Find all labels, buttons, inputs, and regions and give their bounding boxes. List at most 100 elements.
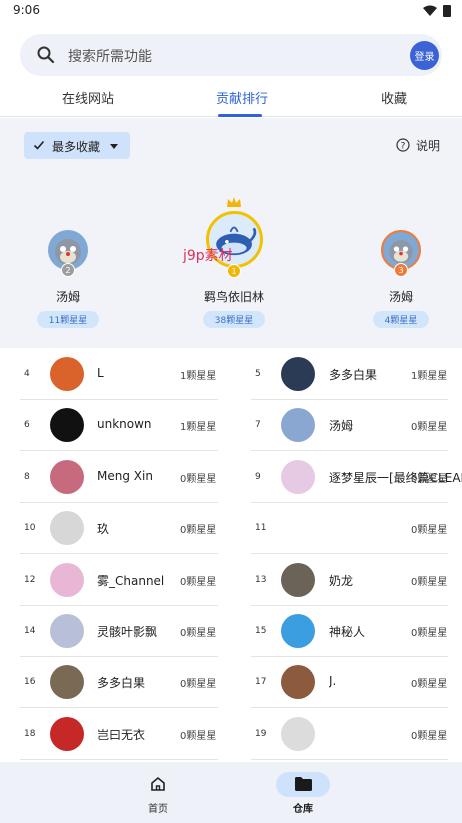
sort-filter-label: 最多收藏 <box>52 140 101 154</box>
ranking-row[interactable]: 8 Meng Xin 0颗星星 <box>20 452 218 503</box>
tab-favorites[interactable]: 收藏 <box>381 88 407 107</box>
user-name: unknown <box>97 417 152 432</box>
star-count: 0颗星星 <box>180 525 217 537</box>
ranking-row[interactable]: 9 逐梦星辰一[最终篇CLEAR 0颗星星 <box>251 452 462 503</box>
user-name: 汤姆 <box>329 419 354 434</box>
star-count: 0颗星星 <box>180 576 217 588</box>
svg-text:?: ? <box>401 142 406 152</box>
avatar <box>281 665 315 700</box>
rank-number: 13 <box>255 574 267 585</box>
nav-home[interactable]: 首页 <box>108 762 208 823</box>
ranking-row[interactable]: 13 奶龙 0颗星星 <box>251 555 451 606</box>
ranking-row[interactable]: 18 岂曰无衣 0颗星星 <box>20 709 218 760</box>
star-count: 0颗星星 <box>411 422 448 434</box>
ranking-row[interactable]: 15 神秘人 0颗星星 <box>251 606 451 657</box>
rank-number: 7 <box>255 420 261 431</box>
top-tabs: 在线网站 贡献排行 收藏 <box>0 80 462 117</box>
podium-name: 汤姆 <box>388 290 414 304</box>
avatar <box>50 614 84 648</box>
user-name: 雾_Channel <box>97 573 165 588</box>
ranking-row[interactable]: 4 L 1颗星星 <box>20 349 218 400</box>
ranking-row[interactable]: 7 汤姆 0颗星星 <box>251 400 451 452</box>
row-divider <box>251 758 448 760</box>
ranking-row[interactable]: 11 0颗星星 <box>251 503 451 555</box>
rank-number: 16 <box>24 677 36 688</box>
star-count: 0颗星星 <box>411 628 448 639</box>
tab-online-sites[interactable]: 在线网站 <box>62 88 114 107</box>
avatar <box>281 716 315 751</box>
status-bar: 9:06 <box>0 0 462 24</box>
podium-name: 汤姆 <box>55 290 81 304</box>
user-name: Meng Xin <box>97 468 153 483</box>
status-time: 9:06 <box>13 3 40 17</box>
avatar <box>281 614 315 648</box>
user-name: 奶龙 <box>329 573 354 588</box>
tab-contribution-ranking[interactable]: 贡献排行 <box>216 88 268 107</box>
row-divider <box>20 758 218 760</box>
star-count: 0颗星星 <box>180 628 217 639</box>
user-name: L <box>97 366 104 380</box>
nav-home-label: 首页 <box>148 804 168 815</box>
bottom-navigation: 首页 仓库 <box>0 762 462 823</box>
avatar <box>50 357 84 391</box>
ranking-row[interactable]: 10 玖 0颗星星 <box>20 503 218 555</box>
star-count: 0颗星星 <box>411 730 448 742</box>
rank-number: 19 <box>255 728 267 739</box>
ranking-row[interactable]: 16 多多白果 0颗星星 <box>20 657 218 709</box>
search-bar[interactable]: 搜索所需功能 登录 <box>20 34 442 76</box>
rank-badge: 3 <box>394 263 408 277</box>
help-icon: ? <box>396 138 410 152</box>
star-count: 1颗星星 <box>180 371 217 382</box>
ranking-row[interactable]: 14 灵骸叶影飘 0颗星星 <box>20 606 218 657</box>
search-icon <box>37 46 55 64</box>
wifi-icon <box>423 5 437 16</box>
user-name: 神秘人 <box>329 625 366 639</box>
podium-panel: 最多收藏 ? 说明 2 汤姆 11颗星星 1 羁鸟依旧林 38颗星星 3 汤姆 <box>0 118 462 348</box>
user-name: 灵骸叶影飘 <box>97 625 158 639</box>
explain-label: 说明 <box>416 139 441 153</box>
avatar <box>281 408 315 443</box>
crown-icon <box>227 197 241 207</box>
avatar <box>281 357 315 391</box>
star-count: 0颗星星 <box>180 473 217 485</box>
ranking-row[interactable]: 17 J. 0颗星星 <box>251 657 451 709</box>
rank-number: 12 <box>24 574 36 585</box>
avatar <box>281 459 315 494</box>
rank-number: 5 <box>255 369 261 379</box>
user-name: 多多白果 <box>329 368 378 382</box>
user-name: 岂曰无衣 <box>97 727 146 742</box>
ranking-row[interactable]: 6 unknown 1颗星星 <box>20 400 218 452</box>
star-count: 0颗星星 <box>411 525 448 537</box>
rank-number: 14 <box>24 626 36 636</box>
avatar <box>50 665 84 700</box>
login-button[interactable]: 登录 <box>410 41 439 70</box>
folder-icon <box>295 777 312 791</box>
home-icon <box>151 776 165 791</box>
star-count-pill: 4颗星星 <box>373 311 429 328</box>
rank-number: 11 <box>255 523 267 534</box>
star-count-pill: 11颗星星 <box>37 311 99 328</box>
user-name: J. <box>329 674 337 689</box>
avatar <box>50 716 84 751</box>
sort-filter-chip[interactable]: 最多收藏 <box>24 132 130 159</box>
star-count: 1颗星星 <box>411 371 448 382</box>
rank-number: 10 <box>24 523 36 534</box>
battery-icon <box>443 5 451 17</box>
avatar <box>50 408 84 443</box>
rank-number: 6 <box>24 420 30 431</box>
watermark: j9p素材 <box>183 248 233 264</box>
ranking-row[interactable]: 19 0颗星星 <box>251 709 451 760</box>
ranking-row[interactable]: 5 多多白果 1颗星星 <box>251 349 451 400</box>
star-count: 0颗星星 <box>180 679 217 691</box>
star-count: 0颗星星 <box>411 679 448 691</box>
rank-badge: 2 <box>61 263 75 277</box>
rank-number: 8 <box>24 471 30 482</box>
avatar <box>281 562 315 597</box>
avatar <box>50 459 84 494</box>
search-placeholder[interactable]: 搜索所需功能 <box>68 46 152 66</box>
ranking-row[interactable]: 12 雾_Channel 0颗星星 <box>20 555 218 606</box>
rank-number: 17 <box>255 677 267 688</box>
star-count: 0颗星星 <box>180 730 217 742</box>
caret-down-icon <box>110 144 118 149</box>
nav-repository[interactable]: 仓库 <box>253 762 353 823</box>
